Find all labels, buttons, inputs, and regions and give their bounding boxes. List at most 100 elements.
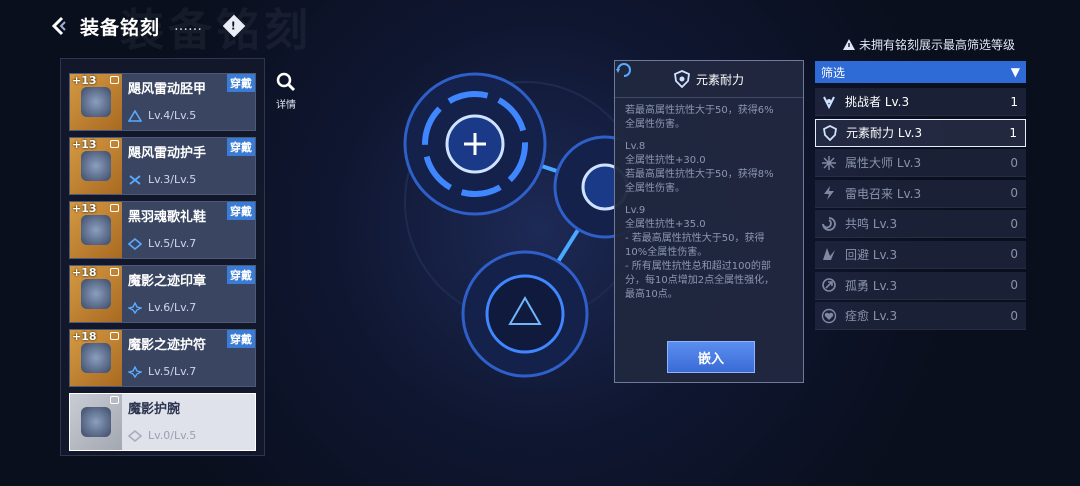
- gear-slot-bottom[interactable]: [461, 250, 589, 378]
- enhance-level: +18: [72, 330, 97, 343]
- equip-thumb: [70, 394, 122, 450]
- equip-level: Lv.3/Lv.5: [148, 173, 197, 186]
- equip-name: 魔影护腕: [128, 402, 181, 417]
- filter-dropdown[interactable]: 筛选 ▼: [815, 61, 1026, 83]
- shield-icon: [822, 124, 838, 141]
- star-rune-icon: [128, 301, 142, 314]
- filter-count: 0: [1010, 308, 1018, 323]
- refresh-icon[interactable]: [615, 61, 637, 83]
- filter-count: 1: [1010, 94, 1018, 109]
- filter-count: 0: [1010, 155, 1018, 170]
- worn-badge: 穿戴: [227, 202, 255, 220]
- equip-level: Lv.4/Lv.5: [148, 109, 197, 122]
- equip-thumb: +13: [70, 74, 122, 130]
- armor-icon: [81, 87, 111, 117]
- back-arrow-icon: [51, 16, 66, 36]
- back-button[interactable]: [48, 15, 70, 37]
- lock-icon: [110, 268, 119, 276]
- filter-item-evasion[interactable]: 回避 Lv.3 0: [815, 240, 1026, 269]
- filter-name: 挑战者 Lv.3: [845, 95, 910, 109]
- tooltip-header: 元素耐力: [615, 61, 803, 98]
- embed-button[interactable]: 嵌入: [667, 341, 755, 373]
- star-rune-icon: [128, 365, 142, 378]
- filter-count: 0: [1010, 186, 1018, 201]
- equip-card-bracer[interactable]: 魔影护腕 Lv.0/Lv.5: [69, 393, 256, 451]
- lock-icon: [110, 140, 119, 148]
- notice-text: 未拥有铭刻展示最高筛选等级: [859, 38, 1016, 52]
- filter-name: 孤勇 Lv.3: [845, 278, 898, 293]
- filter-item-challenger[interactable]: 挑战者 Lv.3 1: [815, 88, 1026, 116]
- detail-label: 详情: [276, 100, 296, 111]
- swirl-icon: [821, 216, 837, 232]
- enhance-level: +13: [72, 202, 97, 215]
- level-effect: 全属性抗性+30.0 若最高属性抗性大于50，获得8% 全属性伤害。: [625, 155, 774, 194]
- filter-item-heal[interactable]: 痊愈 Lv.3 0: [815, 302, 1026, 331]
- magnifier-icon: [276, 72, 296, 92]
- equip-thumb: +13: [70, 138, 122, 194]
- equip-thumb: +18: [70, 266, 122, 322]
- filter-item-thunder-summon[interactable]: 雷电召来 Lv.3 0: [815, 179, 1026, 208]
- inscription-gears: [403, 72, 635, 378]
- equipment-list: +13 飓风雷动胫甲 Lv.4/Lv.5 穿戴 +13 飓风雷动护手 Lv.3/…: [60, 58, 265, 456]
- equip-card-seal[interactable]: +18 魔影之迹印章 Lv.6/Lv.7 穿戴: [69, 265, 256, 323]
- filter-name: 雷电召来 Lv.3: [845, 186, 922, 201]
- filter-notice: 未拥有铭刻展示最高筛选等级: [843, 36, 1015, 53]
- filter-item-resonance[interactable]: 共鸣 Lv.3 0: [815, 210, 1026, 239]
- level-label: Lv.8: [625, 141, 646, 152]
- enhance-level: +13: [72, 138, 97, 151]
- amulet-icon: [81, 343, 111, 373]
- equip-thumb: +18: [70, 330, 122, 386]
- warning-icon: [843, 39, 855, 50]
- chevron-down-icon: ▼: [1010, 65, 1020, 79]
- star-icon: [821, 155, 837, 171]
- equip-level: Lv.0/Lv.5: [148, 429, 197, 442]
- filter-item-elemental-endurance[interactable]: 元素耐力 Lv.3 1: [815, 118, 1026, 147]
- page-title: 装备铭刻: [80, 16, 161, 39]
- filter-count: 0: [1010, 247, 1018, 262]
- equip-card-amulet[interactable]: +18 魔影之迹护符 Lv.5/Lv.7 穿戴: [69, 329, 256, 387]
- tooltip-title: 元素耐力: [695, 72, 744, 87]
- equip-thumb: +13: [70, 202, 122, 258]
- wing-icon: [821, 246, 837, 262]
- lock-icon: [110, 396, 119, 404]
- filter-count: 0: [1010, 278, 1018, 293]
- cross-rune-icon: [129, 174, 141, 185]
- filter-label: 筛选: [821, 65, 846, 80]
- shield-icon: [673, 70, 690, 88]
- top-bar: 装备铭刻 …… !: [48, 8, 246, 44]
- triangle-rune-icon: [128, 109, 142, 122]
- level-effect: 全属性抗性+35.0 - 若最高属性抗性大于50，获得 10%全属性伤害。 - …: [625, 219, 775, 300]
- filter-name: 回避 Lv.3: [845, 247, 898, 262]
- heart-icon: [821, 308, 837, 324]
- equip-card-shoes[interactable]: +13 黑羽魂歌礼鞋 Lv.5/Lv.7 穿戴: [69, 201, 256, 259]
- challenger-icon: [821, 94, 837, 110]
- enhance-level: +18: [72, 266, 97, 279]
- lock-icon: [110, 332, 119, 340]
- diamond-rune-icon: [128, 237, 142, 250]
- info-button[interactable]: !: [222, 14, 246, 38]
- inscription-tooltip: 元素耐力 若最高属性抗性大于50，获得6% 全属性伤害。 Lv.8 全属性抗性+…: [614, 60, 804, 383]
- worn-badge: 穿戴: [227, 266, 255, 284]
- level-label: Lv.9: [625, 205, 646, 216]
- worn-badge: 穿戴: [227, 138, 255, 156]
- title-dots: ……: [174, 18, 203, 34]
- lock-icon: [110, 76, 119, 84]
- equip-card-gauntlets[interactable]: +13 飓风雷动护手 Lv.3/Lv.5 穿戴: [69, 137, 256, 195]
- filter-item-lone-courage[interactable]: 孤勇 Lv.3 0: [815, 271, 1026, 300]
- filter-count: 0: [1010, 216, 1018, 231]
- enhance-level: +13: [72, 74, 97, 87]
- filter-name: 元素耐力 Lv.3: [846, 126, 923, 141]
- bracer-icon: [81, 407, 111, 437]
- gear-slot-empty[interactable]: [403, 72, 547, 216]
- worn-badge: 穿戴: [227, 330, 255, 348]
- equip-level: Lv.5/Lv.7: [148, 365, 197, 378]
- filter-item-attribute-master[interactable]: 属性大师 Lv.3 0: [815, 149, 1026, 178]
- filter-count: 1: [1009, 125, 1017, 140]
- worn-badge: 穿戴: [227, 74, 255, 92]
- detail-button[interactable]: 详情: [272, 72, 300, 111]
- arrow-icon: [821, 277, 837, 293]
- equip-level: Lv.5/Lv.7: [148, 237, 197, 250]
- equip-card-greaves[interactable]: +13 飓风雷动胫甲 Lv.4/Lv.5 穿戴: [69, 73, 256, 131]
- seal-icon: [81, 279, 111, 309]
- filter-name: 痊愈 Lv.3: [845, 309, 898, 324]
